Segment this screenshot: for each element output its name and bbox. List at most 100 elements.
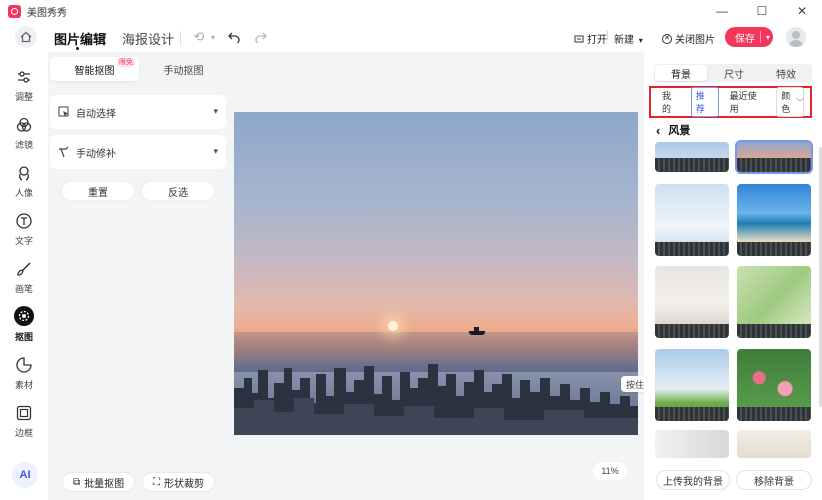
category-filter-bar: 我的 推荐 最近使用 颜色 ﹀ — [649, 86, 812, 118]
save-label: 保存 — [735, 33, 755, 45]
chevron-down-icon[interactable]: ﹀ — [796, 97, 804, 108]
zoom-level[interactable]: 11% — [593, 462, 627, 480]
divider — [180, 31, 181, 45]
background-thumbnail[interactable] — [737, 184, 811, 256]
upload-background-button[interactable]: 上传我的背景 — [656, 470, 730, 490]
chevron-down-icon[interactable]: ▾ — [766, 33, 770, 42]
rail-label: 人像 — [14, 188, 33, 198]
background-thumbnail[interactable] — [655, 349, 729, 421]
left-tool-rail: 调整 滤镜 人像 文字 画笔 抠图 素材 边框 AI — [0, 52, 48, 500]
active-tab-indicator — [76, 47, 79, 50]
auto-select-label: 自动选择 — [76, 108, 116, 120]
app-title: 美图秀秀 — [27, 7, 67, 19]
category-recommended[interactable]: 推荐 — [690, 87, 719, 117]
background-thumbnail[interactable] — [737, 266, 811, 338]
tab-effects[interactable]: 特效 — [760, 64, 812, 82]
cutout-mode-tabs: 智能抠图 限免 手动抠图 — [50, 57, 228, 81]
category-header[interactable]: ‹ 风景 — [656, 122, 690, 138]
rail-label: 素材 — [14, 380, 33, 390]
rail-label: 文字 — [14, 236, 33, 246]
chevron-left-icon[interactable]: ‹ — [656, 123, 660, 138]
edited-photo[interactable] — [234, 112, 638, 435]
category-recent[interactable]: 最近使用 — [725, 87, 771, 117]
open-button[interactable]: 打开 — [574, 31, 607, 46]
background-thumbnail[interactable] — [655, 184, 729, 256]
filter-icon — [15, 116, 33, 134]
background-thumbnail[interactable] — [655, 266, 729, 338]
fence — [737, 324, 811, 338]
rail-label: 抠图 — [14, 332, 33, 342]
panel-tabs: 背景 尺寸 特效 — [654, 64, 812, 82]
background-thumbnail[interactable] — [655, 142, 729, 172]
maximize-button[interactable]: ☐ — [742, 0, 782, 22]
category-mine[interactable]: 我的 — [657, 87, 685, 117]
repair-brush-icon — [59, 146, 69, 158]
auto-select-section[interactable]: 自动选择 ▾ — [50, 95, 226, 129]
batch-cutout-button[interactable]: ⧉ 批量抠图 — [62, 472, 136, 492]
background-thumbnail[interactable] — [655, 430, 729, 458]
avatar[interactable] — [786, 27, 806, 47]
crop-icon: ⛶ — [153, 476, 160, 488]
tab-label: 手动抠图 — [163, 65, 204, 77]
background-thumbnail[interactable] — [737, 430, 811, 458]
manual-fix-section[interactable]: 手动修补 ▾ — [50, 135, 226, 169]
frame-icon — [15, 404, 33, 422]
rail-item-adjust[interactable]: 调整 — [0, 68, 48, 112]
rail-item-filter[interactable]: 滤镜 — [0, 116, 48, 160]
tab-size[interactable]: 尺寸 — [708, 64, 760, 82]
remove-background-button[interactable]: 移除背景 — [736, 470, 812, 490]
rail-item-brush[interactable]: 画笔 — [0, 260, 48, 304]
background-thumbnail[interactable] — [735, 140, 813, 174]
rail-item-portrait[interactable]: 人像 — [0, 164, 48, 208]
sun — [388, 321, 398, 331]
cutout-tool-panel: 智能抠图 限免 手动抠图 自动选择 ▾ 手动修补 ▾ 重置 反选 — [48, 52, 234, 500]
divider — [760, 31, 761, 43]
chevron-down-icon: ▾ — [213, 146, 218, 156]
minimize-button[interactable]: — — [702, 0, 742, 22]
tab-background[interactable]: 背景 — [655, 65, 707, 81]
brush-icon — [15, 260, 33, 278]
manual-fix-label: 手动修补 — [76, 148, 116, 160]
top-toolbar: 图片编辑 ▾ 海报设计 ⟲ ▾ 打开 | 新建 ▾ ✕ 关闭图片 保存 ▾ — [0, 22, 822, 52]
section-title: 风景 — [668, 125, 691, 137]
fence — [737, 158, 811, 172]
background-panel: 背景 尺寸 特效 我的 推荐 最近使用 颜色 ﹀ ‹ 风景 上传我的背景 移除背… — [644, 52, 822, 500]
rail-item-cutout[interactable]: 抠图 — [0, 306, 48, 350]
batch-icon: ⧉ — [73, 476, 81, 488]
chevron-down-icon[interactable]: ▾ — [102, 30, 107, 41]
open-file-icon — [574, 35, 584, 42]
ai-assistant-icon[interactable]: AI — [12, 462, 38, 488]
city-skyline — [234, 364, 638, 435]
new-button[interactable]: 新建 ▾ — [614, 31, 643, 46]
rail-item-frame[interactable]: 边框 — [0, 404, 48, 448]
tab-smart-cutout[interactable]: 智能抠图 限免 — [50, 57, 139, 81]
home-button[interactable] — [15, 26, 37, 48]
shape-crop-label: 形状裁剪 — [164, 478, 204, 490]
background-thumbnail[interactable] — [737, 349, 811, 421]
title-bar: 美图秀秀 — ☐ ✕ — [0, 0, 822, 22]
history-dropdown-icon[interactable]: ▾ — [204, 28, 222, 46]
shape-crop-button[interactable]: ⛶ 形状裁剪 — [142, 472, 215, 492]
rail-item-stickers[interactable]: 素材 — [0, 356, 48, 400]
sliders-icon — [15, 68, 33, 86]
cursor-select-icon — [58, 106, 69, 117]
save-button[interactable]: 保存 ▾ — [725, 27, 773, 47]
tab-image-edit[interactable]: 图片编辑 — [54, 29, 106, 48]
reset-button[interactable]: 重置 — [61, 181, 135, 201]
rail-item-text[interactable]: 文字 — [0, 212, 48, 256]
fence — [737, 407, 811, 421]
chevron-down-icon: ▾ — [213, 106, 218, 116]
fence — [655, 242, 729, 256]
rail-label: 边框 — [14, 428, 33, 438]
close-image-button[interactable]: ✕ 关闭图片 — [662, 31, 715, 46]
batch-cutout-label: 批量抠图 — [84, 478, 125, 490]
undo-icon[interactable] — [225, 28, 243, 46]
home-icon — [20, 31, 32, 43]
redo-icon[interactable] — [252, 28, 270, 46]
boat — [469, 327, 485, 335]
tab-poster-design[interactable]: 海报设计 — [122, 29, 174, 48]
rail-label: 滤镜 — [14, 140, 33, 150]
invert-selection-button[interactable]: 反选 — [141, 181, 215, 201]
close-window-button[interactable]: ✕ — [782, 0, 822, 22]
tab-manual-cutout[interactable]: 手动抠图 — [139, 57, 228, 81]
